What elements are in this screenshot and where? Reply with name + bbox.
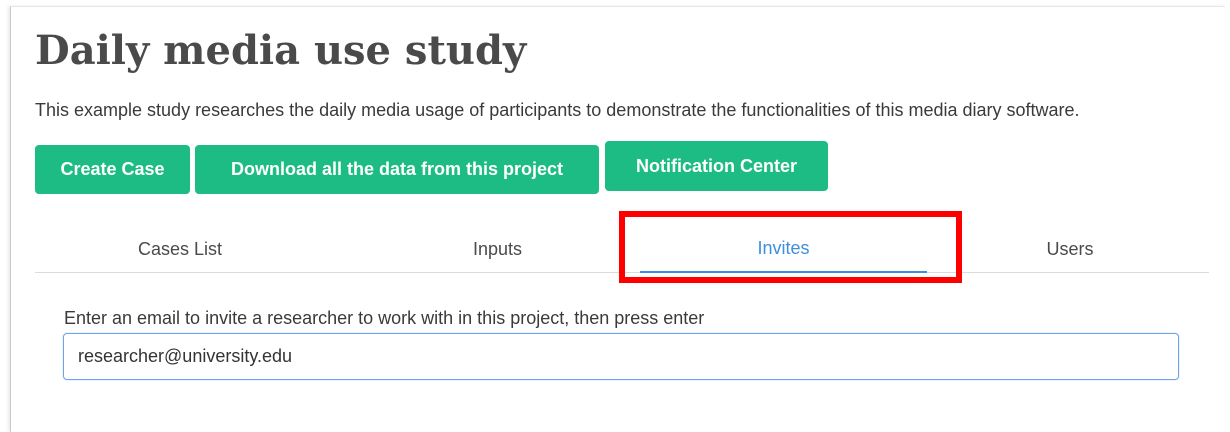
tab-users[interactable]: Users [995, 226, 1145, 272]
tab-invites[interactable]: Invites [640, 226, 927, 273]
project-description: This example study researches the daily … [35, 100, 1080, 120]
download-all-data-button[interactable]: Download all the data from this project [195, 145, 599, 194]
create-case-button[interactable]: Create Case [35, 145, 190, 194]
project-tabs: Cases List Inputs Invites Users [35, 226, 1209, 273]
notification-center-button[interactable]: Notification Center [605, 141, 828, 191]
invite-email-input[interactable] [63, 333, 1179, 380]
page-title: Daily media use study [35, 27, 527, 74]
tab-cases-list[interactable]: Cases List [85, 226, 275, 272]
tab-inputs[interactable]: Inputs [415, 226, 580, 272]
invite-instructions: Enter an email to invite a researcher to… [64, 308, 705, 328]
